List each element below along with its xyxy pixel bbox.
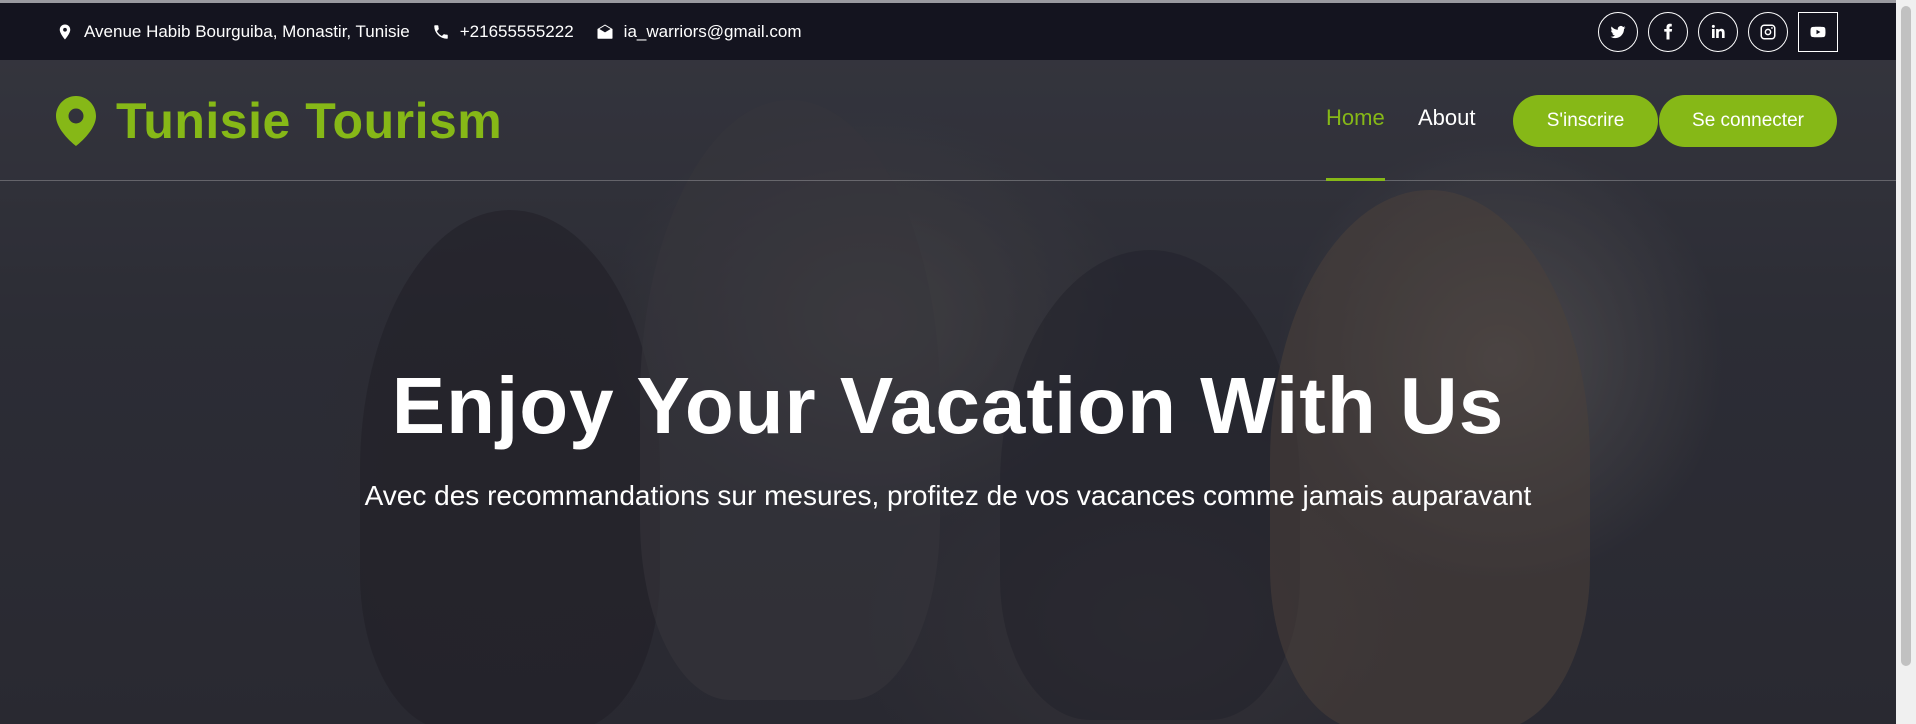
youtube-button[interactable] bbox=[1798, 12, 1838, 52]
phone-text: +21655555222 bbox=[459, 21, 574, 41]
map-marker-icon bbox=[56, 96, 96, 146]
social-links bbox=[1588, 12, 1838, 52]
youtube-icon bbox=[1810, 26, 1826, 38]
email-info: ia_warriors@gmail.com bbox=[596, 22, 802, 42]
instagram-button[interactable] bbox=[1748, 12, 1788, 52]
address-info: Avenue Habib Bourguiba, Monastir, Tunisi… bbox=[56, 22, 410, 42]
facebook-button[interactable] bbox=[1648, 12, 1688, 52]
twitter-icon bbox=[1610, 25, 1626, 39]
map-marker-icon bbox=[59, 24, 71, 39]
hero-subtitle: Avec des recommandations sur mesures, pr… bbox=[364, 480, 1532, 511]
twitter-button[interactable] bbox=[1598, 12, 1638, 52]
active-nav-indicator bbox=[1326, 178, 1385, 181]
hero-title: Enjoy Your Vacation With Us bbox=[391, 361, 1505, 450]
email-text: ia_warriors@gmail.com bbox=[623, 21, 802, 41]
scrollbar-thumb[interactable] bbox=[1901, 6, 1911, 666]
main-navbar: Tunisie Tourism Home About S'inscrire Se… bbox=[0, 60, 1896, 181]
nav-link-home[interactable]: Home bbox=[1326, 105, 1385, 131]
nav-link-about[interactable]: About bbox=[1418, 105, 1476, 131]
phone-info: +21655555222 bbox=[432, 22, 574, 42]
phone-icon bbox=[433, 24, 448, 39]
page-scrollbar[interactable] bbox=[1896, 0, 1916, 724]
facebook-icon bbox=[1664, 23, 1673, 40]
brand-name: Tunisie Tourism bbox=[116, 93, 503, 149]
login-button[interactable]: Se connecter bbox=[1659, 95, 1837, 147]
linkedin-icon bbox=[1711, 24, 1725, 38]
hero-section: Tunisie Tourism Home About S'inscrire Se… bbox=[0, 60, 1896, 724]
instagram-icon bbox=[1760, 24, 1776, 40]
linkedin-button[interactable] bbox=[1698, 12, 1738, 52]
address-text: Avenue Habib Bourguiba, Monastir, Tunisi… bbox=[84, 21, 410, 41]
envelope-open-icon bbox=[597, 24, 613, 39]
signup-button[interactable]: S'inscrire bbox=[1513, 95, 1658, 147]
brand-logo[interactable]: Tunisie Tourism bbox=[56, 92, 502, 150]
top-info-bar: Avenue Habib Bourguiba, Monastir, Tunisi… bbox=[0, 3, 1896, 60]
